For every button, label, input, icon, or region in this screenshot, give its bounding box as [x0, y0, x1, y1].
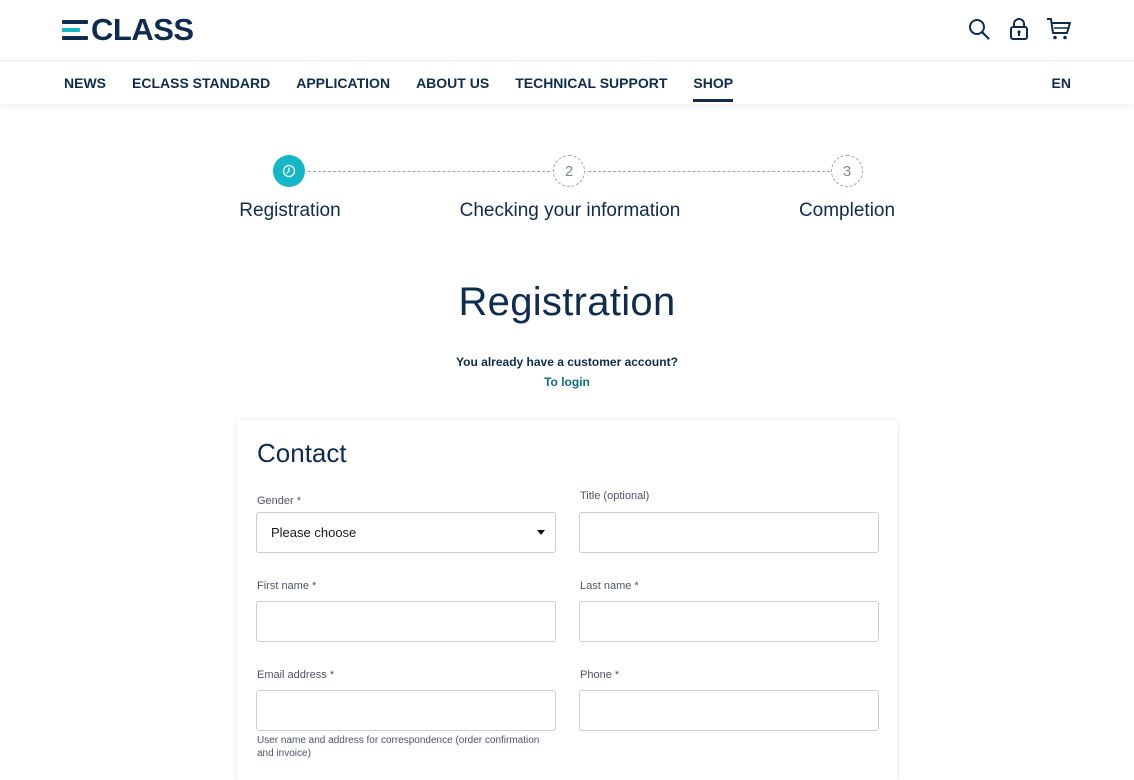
login-link[interactable]: To login [0, 375, 1134, 389]
step-2-circle: 2 [553, 155, 585, 187]
step-connector [588, 171, 830, 172]
nav-item-news[interactable]: NEWS [64, 61, 106, 105]
step-connector [308, 171, 550, 172]
nav-item-eclass-standard[interactable]: ECLASS STANDARD [132, 61, 270, 105]
search-icon[interactable] [966, 16, 992, 42]
step-3-circle: 3 [831, 155, 863, 187]
eclass-logo[interactable]: CLASS [62, 14, 194, 46]
last-name-input[interactable] [579, 601, 879, 642]
lock-icon[interactable] [1006, 16, 1032, 42]
email-hint: User name and address for correspondence… [257, 735, 540, 759]
language-switcher[interactable]: EN [1052, 61, 1071, 105]
nav-item-technical-support[interactable]: TECHNICAL SUPPORT [515, 61, 667, 105]
step-2-label: Checking your information [459, 200, 681, 221]
title-input[interactable] [579, 512, 879, 553]
main-nav: NEWS ECLASS STANDARD APPLICATION ABOUT U… [0, 60, 1134, 104]
contact-card: Contact Gender * Please choose Title (op… [237, 420, 897, 780]
gender-label: Gender * [257, 495, 302, 507]
nav-item-application[interactable]: APPLICATION [296, 61, 390, 105]
phone-input[interactable] [579, 690, 879, 731]
header-icons [966, 16, 1072, 42]
last-name-label: Last name * [580, 580, 639, 592]
clock-icon [282, 164, 296, 178]
email-label: Email address * [257, 669, 335, 681]
nav-item-about-us[interactable]: ABOUT US [416, 61, 489, 105]
header: CLASS [0, 0, 1134, 60]
step-1-circle [273, 155, 305, 187]
logo-text: CLASS [91, 12, 194, 47]
step-1-label: Registration [239, 200, 341, 221]
page-title: Registration [458, 280, 676, 324]
account-question: You already have a customer account? [456, 355, 678, 369]
title-label: Title (optional) [580, 490, 650, 502]
gender-select[interactable]: Please choose [256, 512, 556, 553]
chevron-down-icon [537, 530, 545, 535]
logo-mark-icon [62, 19, 88, 41]
nav-items: NEWS ECLASS STANDARD APPLICATION ABOUT U… [64, 61, 759, 105]
first-name-input[interactable] [256, 601, 556, 642]
first-name-label: First name * [257, 580, 317, 592]
email-input[interactable] [256, 690, 556, 731]
phone-label: Phone * [580, 669, 620, 681]
cart-icon[interactable] [1046, 16, 1072, 42]
step-3-label: Completion [798, 200, 896, 221]
section-title: Contact [257, 438, 347, 468]
progress-steps: 2 3 Registration Checking your informati… [0, 150, 1134, 230]
gender-select-value: Please choose [271, 525, 357, 540]
nav-item-shop[interactable]: SHOP [693, 61, 733, 105]
